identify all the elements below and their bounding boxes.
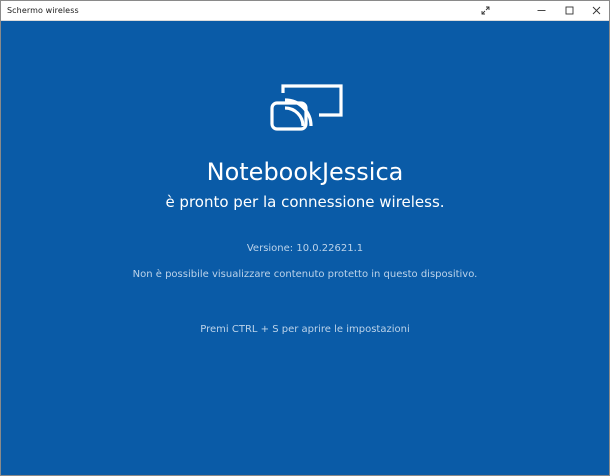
close-icon xyxy=(592,6,600,15)
main-panel: NotebookJessica è pronto per la connessi… xyxy=(1,21,609,475)
title-bar[interactable]: Schermo wireless xyxy=(1,1,609,21)
settings-hint: Premi CTRL + S per aprire le impostazion… xyxy=(200,324,410,335)
version-text: Versione: 10.0.22621.1 xyxy=(246,243,364,254)
app-window: Schermo wireless NotebookJessica è pront… xyxy=(0,0,610,476)
protected-content-notice: Non è possibile visualizzare contenuto p… xyxy=(132,269,478,280)
ready-status-text: è pronto per la connessione wireless. xyxy=(165,193,445,211)
device-name: NotebookJessica xyxy=(206,158,404,186)
fullscreen-button[interactable] xyxy=(469,1,501,20)
close-button[interactable] xyxy=(580,1,609,20)
expand-icon xyxy=(481,6,489,15)
cast-screen-icon xyxy=(270,84,343,131)
maximize-icon xyxy=(565,6,573,15)
window-title: Schermo wireless xyxy=(7,6,79,15)
minimize-icon xyxy=(537,10,545,11)
